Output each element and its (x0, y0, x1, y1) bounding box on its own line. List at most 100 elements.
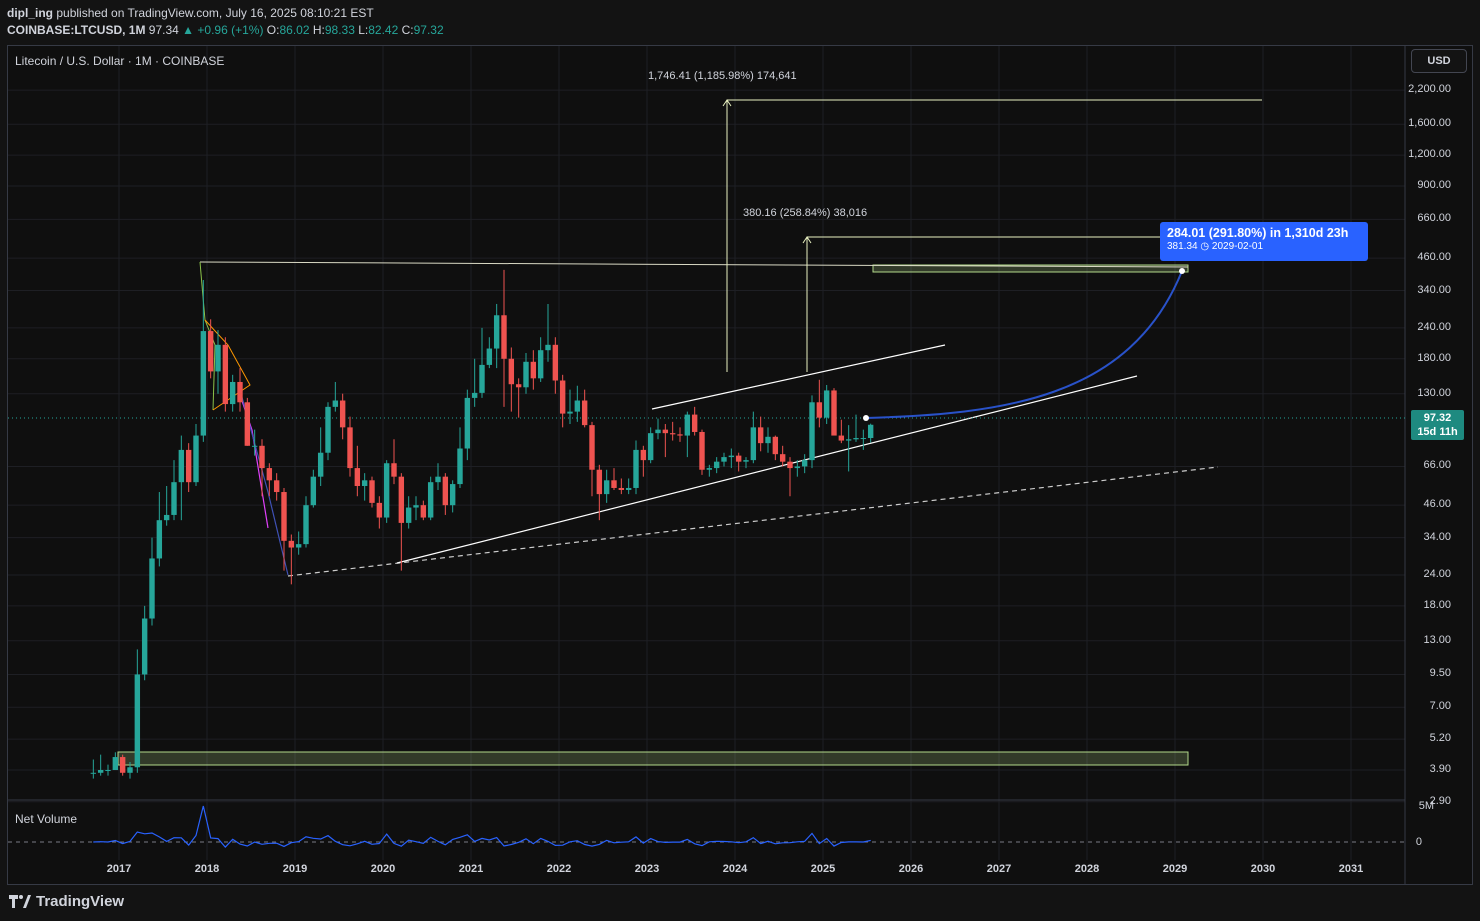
time-tick: 2030 (1250, 863, 1276, 875)
net-volume-label[interactable]: Net Volume (15, 812, 77, 826)
candle-body (559, 380, 566, 414)
candle-body (831, 390, 837, 436)
candle-body (809, 402, 815, 461)
candle-body (801, 460, 808, 467)
candle-body (244, 402, 251, 446)
candle-body (156, 520, 163, 559)
time-tick: 2025 (810, 863, 836, 875)
candle-body (134, 674, 141, 768)
time-tick: 2020 (370, 863, 396, 875)
clock-icon: ◷ (1200, 241, 1210, 252)
candle-body (486, 348, 493, 365)
price-tick: 240.00 (1417, 320, 1451, 333)
candle-body (347, 427, 353, 469)
price-tick: 34.00 (1423, 530, 1451, 543)
candle-body (119, 757, 126, 773)
candle-body (816, 402, 823, 418)
candle-body (537, 350, 544, 379)
price-chart[interactable] (0, 0, 1480, 921)
candle-body (735, 455, 742, 462)
currency-button[interactable]: USD (1411, 49, 1467, 73)
time-tick: 2024 (722, 863, 748, 875)
candle-body (361, 480, 368, 487)
candle-body (207, 331, 214, 372)
measure-price: 381.34 (1167, 241, 1198, 252)
candle-body (721, 457, 727, 462)
candle-body (295, 544, 302, 548)
target-label-1[interactable]: 1,746.41 (1,185.98%) 174,641 (648, 70, 797, 82)
projection-end-dot (1179, 268, 1185, 274)
measure-line1: 284.01 (291.80%) in 1,310d 23h (1167, 226, 1349, 240)
candle-body (699, 431, 705, 470)
candle-body (765, 436, 771, 444)
time-tick: 2018 (194, 863, 220, 875)
candle-body (420, 505, 427, 518)
candle-body (398, 476, 405, 523)
price-tick: 130.00 (1417, 386, 1451, 399)
candle-body (471, 392, 478, 398)
time-tick: 2031 (1338, 863, 1364, 875)
candle-body (303, 505, 309, 545)
target-label-2[interactable]: 380.16 (258.84%) 38,016 (743, 207, 867, 219)
candle-body (794, 466, 801, 469)
candle-body (90, 772, 97, 774)
candle-body (325, 406, 331, 453)
candle-body (112, 757, 119, 770)
candle-body (405, 507, 412, 523)
last-price-badge: 97.32 15d 11h (1411, 410, 1464, 440)
candle-body (750, 427, 757, 461)
footer-bar (0, 886, 1480, 921)
price-tick: 66.00 (1423, 459, 1451, 472)
candle-body (787, 461, 793, 469)
time-tick: 2028 (1074, 863, 1100, 875)
candle-body (266, 468, 273, 481)
chart-legend[interactable]: Litecoin / U.S. Dollar · 1M · COINBASE (15, 54, 224, 68)
candle-body (171, 482, 177, 515)
candle-body (669, 433, 676, 435)
candle-body (523, 361, 529, 388)
candle-body (332, 400, 339, 407)
price-tick: 460.00 (1417, 251, 1451, 264)
candle-body (149, 558, 155, 619)
candle-body (163, 514, 170, 521)
price-tick: 5.20 (1429, 732, 1451, 745)
support-zone-low (117, 751, 1189, 766)
candle-body (838, 435, 845, 441)
candle-body (200, 331, 207, 436)
price-tick: 3.90 (1429, 762, 1451, 775)
candle-body (237, 381, 243, 403)
candle-body (281, 492, 287, 541)
lower-channel-line (396, 375, 1138, 564)
candle-body (354, 468, 361, 487)
tradingview-logo[interactable]: TradingView (9, 893, 124, 910)
candle-body (611, 480, 617, 488)
candle-body (464, 397, 471, 449)
candle-body (552, 344, 559, 381)
projection-start-dot (863, 415, 869, 421)
candle-body (105, 769, 111, 771)
price-tick: 660.00 (1417, 212, 1451, 225)
price-tick: 24.00 (1423, 568, 1451, 580)
candle-body (215, 344, 221, 372)
candle-body (501, 315, 507, 359)
price-tick: 7.00 (1429, 700, 1451, 713)
candle-body (823, 390, 830, 418)
candle-body (369, 480, 375, 503)
candle-body (684, 414, 691, 436)
upper-channel-line (651, 344, 946, 410)
netvol-line (93, 805, 871, 848)
candle-body (603, 480, 610, 495)
candle-body (251, 445, 258, 447)
candle-body (757, 427, 764, 444)
candle-body (339, 400, 346, 428)
dashed-trendline (287, 466, 1219, 577)
measure-tooltip[interactable]: 284.01 (291.80%) in 1,310d 23h 381.34 ◷ … (1160, 222, 1368, 261)
candle-body (97, 769, 104, 773)
price-tick: 2,200.00 (1408, 83, 1451, 96)
candle-body (728, 455, 735, 458)
time-tick: 2023 (634, 863, 660, 875)
candle-body (779, 454, 786, 462)
netvol-top-tick: 5M (1418, 800, 1434, 812)
measure-date: 2029-02-01 (1211, 241, 1264, 252)
badge-countdown: 15d 11h (1417, 426, 1458, 438)
